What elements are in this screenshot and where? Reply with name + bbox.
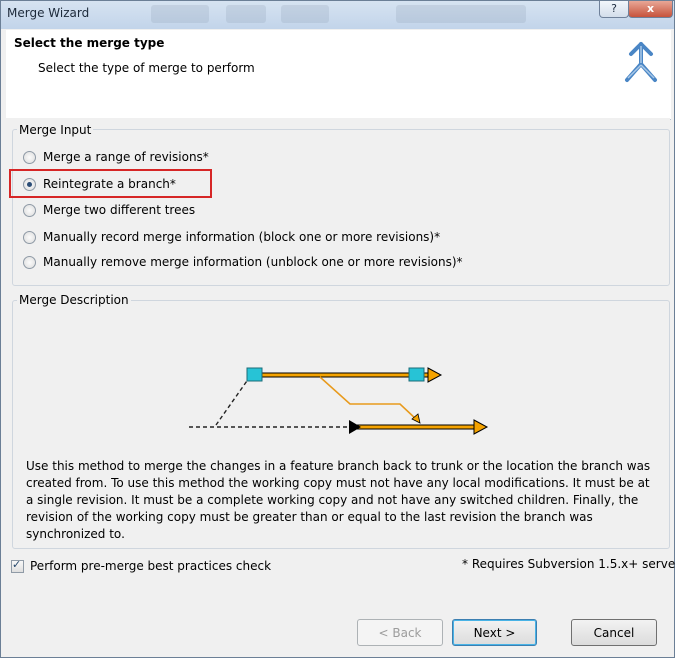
radio-button[interactable]	[23, 203, 36, 217]
background-ghost	[226, 5, 266, 23]
annotation-highlight-box	[9, 169, 212, 198]
branch-end-node	[408, 367, 425, 382]
merge-logo-icon	[625, 42, 657, 82]
trunk-arrowhead	[473, 419, 489, 435]
background-ghost	[151, 5, 209, 23]
page-subtitle: Select the type of merge to perform	[38, 61, 255, 75]
radio-label: Manually remove merge information (unblo…	[43, 255, 463, 269]
branch-arrowhead	[427, 367, 443, 383]
next-button[interactable]: Next >	[452, 619, 537, 646]
requirement-note: * Requires Subversion 1.5.x+ server.	[462, 557, 675, 571]
close-button[interactable]: x	[628, 1, 673, 18]
help-button[interactable]: ?	[599, 1, 629, 18]
merge-input-label: Merge Input	[17, 123, 94, 137]
radio-button[interactable]	[23, 255, 36, 269]
radio-label: Manually record merge information (block…	[43, 230, 441, 244]
radio-label: Merge a range of revisions*	[43, 150, 209, 164]
radio-merge-range[interactable]: Merge a range of revisions*	[23, 148, 209, 166]
best-practices-checkbox[interactable]	[11, 558, 24, 573]
wizard-header: Select the merge type Select the type of…	[6, 30, 671, 120]
title-bar[interactable]: Merge Wizard ? x	[1, 1, 674, 29]
branch-start-node	[246, 367, 263, 382]
best-practices-checkbox-row[interactable]: Perform pre-merge best practices check	[11, 558, 272, 573]
radio-record-merge-info[interactable]: Manually record merge information (block…	[23, 228, 440, 246]
window-title: Merge Wizard	[7, 6, 90, 20]
cancel-button[interactable]: Cancel	[571, 619, 657, 646]
reintegrate-diagram	[189, 367, 489, 435]
merge-description-label: Merge Description	[17, 293, 131, 307]
radio-button[interactable]	[23, 150, 36, 164]
best-practices-label: Perform pre-merge best practices check	[30, 559, 272, 573]
radio-merge-two-trees[interactable]: Merge two different trees	[23, 201, 195, 219]
background-ghost	[281, 5, 329, 23]
trunk-start-arrowhead	[349, 420, 361, 434]
merge-path	[319, 376, 418, 421]
radio-label: Merge two different trees	[43, 203, 196, 217]
radio-button[interactable]	[23, 230, 36, 244]
page-title: Select the merge type	[14, 36, 165, 50]
radio-remove-merge-info[interactable]: Manually remove merge information (unblo…	[23, 253, 463, 271]
branch-origin-dashed-line	[215, 377, 250, 426]
background-ghost	[396, 5, 526, 23]
merge-description-text: Use this method to merge the changes in …	[26, 459, 651, 541]
back-button[interactable]: < Back	[357, 619, 443, 646]
